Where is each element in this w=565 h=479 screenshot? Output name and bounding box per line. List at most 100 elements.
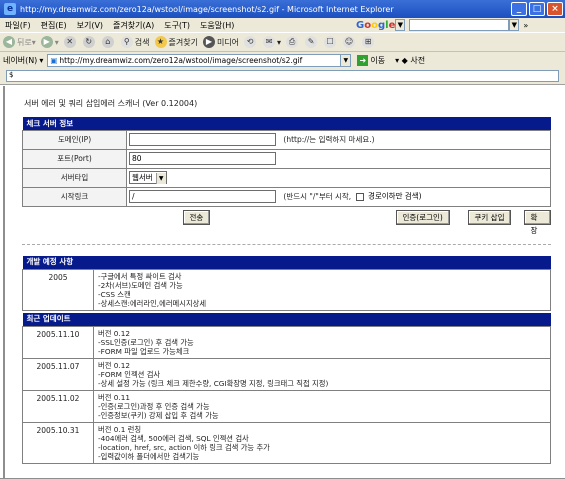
star-icon: ★: [154, 36, 167, 48]
list-item: 버전 0.12: [98, 328, 130, 338]
list-item: -인증정보(쿠키) 강제 삽입 후 검색 가능: [98, 410, 219, 420]
server-type-select[interactable]: 웹서버 ▼: [129, 171, 167, 184]
list-item: -location, href, src, action 이하 링크 검색 가능…: [98, 442, 270, 452]
media-icon: ▶: [202, 36, 215, 48]
menu-help[interactable]: 도움말(H): [195, 20, 239, 31]
list-item: -FORM 파일 업로드 가능체크: [98, 346, 190, 356]
page-title: 서버 에러 및 쿼리 삽입에러 스캐너 (Ver 0.12004): [24, 99, 198, 108]
media-button[interactable]: ▶ 미디어: [202, 36, 239, 48]
window-titlebar: e http://my.dreamwiz.com/zero12a/wstool/…: [0, 0, 565, 18]
go-arrow-icon: ➜: [357, 54, 369, 66]
links-field[interactable]: $: [6, 70, 559, 82]
dictionary-link[interactable]: ▾ ◆ 사전: [395, 55, 425, 66]
go-button[interactable]: ➜ 이동: [357, 54, 385, 66]
google-search-dropdown[interactable]: ▼: [509, 19, 520, 31]
start-link-input[interactable]: /: [129, 190, 276, 203]
home-button[interactable]: ⌂: [101, 36, 116, 48]
list-item: 버전 0.1 런칭: [98, 424, 142, 434]
minimize-button[interactable]: _: [511, 2, 527, 16]
search-button[interactable]: ⚲ 검색: [120, 36, 150, 48]
update-description: 버전 0.1 런칭 -404에러 검색, 500에러 검색, SQL 인젝션 검…: [93, 421, 551, 464]
below-only-checkbox[interactable]: [355, 192, 364, 201]
forward-arrow-icon: ▶: [40, 36, 53, 48]
menu-view[interactable]: 보기(V): [72, 20, 108, 31]
table-row: 2005.10.31 버전 0.1 런칭 -404에러 검색, 500에러 검색…: [22, 421, 551, 464]
address-dropdown[interactable]: ▼: [341, 53, 352, 67]
research-button[interactable]: ⊞: [362, 36, 376, 48]
server-type-label: 서버타입: [22, 167, 127, 188]
table-row: 2005.11.10 버전 0.12 -SSL인증(로그인) 후 검색 가능 -…: [22, 325, 551, 359]
maximize-button[interactable]: □: [529, 2, 545, 16]
domain-input[interactable]: [129, 133, 276, 146]
plan-description: -구글에서 특정 싸이트 검사 -2차(서브)도메인 검색 가능 -CSS 스캔…: [93, 268, 551, 311]
messenger-button[interactable]: ☺: [343, 36, 357, 48]
stop-icon: ✕: [63, 36, 76, 48]
address-label[interactable]: 네이버(N): [3, 55, 37, 66]
forward-button[interactable]: ▶ ▾: [40, 36, 59, 48]
mail-button[interactable]: ✉ ▾: [263, 36, 281, 48]
address-chevron-icon[interactable]: ▾: [39, 56, 43, 65]
list-item: 버전 0.11: [98, 392, 130, 402]
stop-button[interactable]: ✕: [63, 36, 78, 48]
print-button[interactable]: ⎙: [286, 36, 300, 48]
list-item: -상세스캔:에러라인,에러메시지상세: [98, 298, 207, 308]
port-input[interactable]: 80: [129, 152, 276, 165]
research-icon: ⊞: [362, 36, 375, 48]
extend-button[interactable]: 확장: [523, 209, 551, 235]
list-item: -구글에서 특정 싸이트 검사: [98, 271, 182, 281]
close-button[interactable]: ×: [547, 2, 563, 16]
menu-tools[interactable]: 도구(T): [159, 20, 195, 31]
window-title: http://my.dreamwiz.com/zero12a/wstool/im…: [20, 4, 394, 14]
address-bar: 네이버(N) ▾ ▣ http://my.dreamwiz.com/zero12…: [0, 52, 565, 68]
discuss-button[interactable]: ☐: [324, 36, 338, 48]
print-icon: ⎙: [286, 36, 299, 48]
table-row: 2005.11.02 버전 0.11 -인증(로그인)과정 후 인증 검색 가능…: [22, 389, 551, 423]
dev-plan-panel: 개발 예정 사항 2005 -구글에서 특정 싸이트 검사 -2차(서브)도메인…: [22, 256, 551, 311]
table-row: 2005 -구글에서 특정 싸이트 검사 -2차(서브)도메인 검색 가능 -C…: [22, 268, 551, 311]
check-actions: 전송 인증(로그인) 쿠키 삽입 확장: [23, 206, 551, 235]
section-divider: [22, 244, 551, 245]
list-item: -CSS 스캔: [98, 289, 131, 299]
menu-favorites[interactable]: 즐겨찾기(A): [108, 20, 159, 31]
domain-hint: (http://는 입력하지 마세요.): [283, 134, 375, 144]
start-link-hint: (반드시 "/"부터 시작,: [283, 191, 352, 201]
google-dropdown[interactable]: ▼: [395, 19, 406, 31]
plan-date: 2005: [22, 268, 94, 311]
ie-icon: e: [4, 3, 16, 15]
standard-toolbar: ◀ 뒤로 ▾ ▶ ▾ ✕ ↻ ⌂ ⚲ 검색 ★ 즐겨찾기 ▶ 미디어 ⟲ ✉ ▾ ⎙ ✎ ☐ …: [0, 32, 565, 52]
list-item: -2차(서브)도메인 검색 가능: [98, 280, 183, 290]
update-date: 2005.11.10: [22, 325, 94, 359]
list-item: -SSL인증(로그인) 후 검색 가능: [98, 337, 194, 347]
list-item: -인증(로그인)과정 후 인증 검색 가능: [98, 401, 210, 411]
google-logo[interactable]: Google: [356, 20, 395, 31]
favorites-button[interactable]: ★ 즐겨찾기: [154, 36, 198, 48]
update-description: 버전 0.11 -인증(로그인)과정 후 인증 검색 가능 -인증정보(쿠키) …: [93, 389, 551, 423]
links-bar: $: [0, 68, 565, 85]
back-arrow-icon: ◀: [3, 36, 15, 48]
history-button[interactable]: ⟲: [244, 36, 258, 48]
refresh-button[interactable]: ↻: [82, 36, 97, 48]
cookie-insert-button[interactable]: 쿠키 삽입: [467, 209, 512, 225]
menu-bar: 파일(F) 편집(E) 보기(V) 즐겨찾기(A) 도구(T) 도움말(H) G…: [0, 18, 565, 32]
more-chevron-icon[interactable]: »: [523, 21, 528, 30]
submit-button[interactable]: 전송: [182, 209, 211, 225]
domain-label: 도메인(IP): [22, 129, 127, 150]
updates-panel-header: 최근 업데이트: [22, 313, 551, 326]
menu-edit[interactable]: 편집(E): [36, 20, 72, 31]
auth-login-button[interactable]: 인증(로그인): [395, 209, 450, 225]
address-input[interactable]: ▣ http://my.dreamwiz.com/zero12a/wstool/…: [47, 53, 342, 67]
update-description: 버전 0.12 -SSL인증(로그인) 후 검색 가능 -FORM 파일 업로드…: [93, 325, 551, 359]
menu-file[interactable]: 파일(F): [0, 20, 36, 31]
update-date: 2005.11.07: [22, 357, 94, 391]
mail-icon: ✉: [263, 36, 276, 48]
search-icon: ⚲: [120, 36, 133, 48]
messenger-icon: ☺: [343, 36, 356, 48]
back-button[interactable]: ◀ 뒤로 ▾: [3, 36, 36, 48]
update-date: 2005.10.31: [22, 421, 94, 464]
table-row: 2005.11.07 버전 0.12 -FORM 인젝션 검사 -상세 설정 가…: [22, 357, 551, 391]
edit-button[interactable]: ✎: [305, 36, 319, 48]
google-search-input[interactable]: [409, 19, 510, 31]
edit-icon: ✎: [305, 36, 318, 48]
list-item: 버전 0.12: [98, 360, 130, 370]
list-item: -FORM 인젝션 검사: [98, 369, 161, 379]
